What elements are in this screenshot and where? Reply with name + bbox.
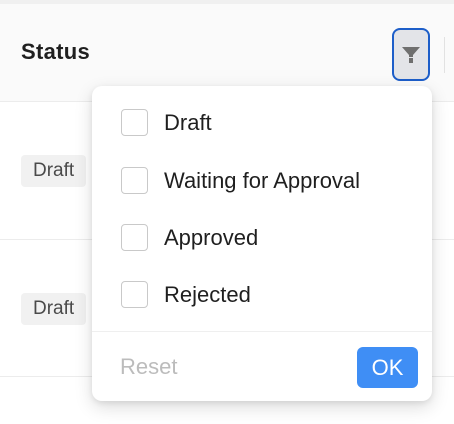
filter-option-draft[interactable]: Draft — [92, 98, 432, 148]
status-filter-dropdown: Draft Waiting for Approval Approved Reje… — [92, 86, 432, 401]
filter-option-approved[interactable]: Approved — [92, 213, 432, 263]
column-title-status: Status — [21, 39, 91, 64]
status-tag: Draft — [21, 293, 87, 325]
status-filter-button[interactable] — [392, 28, 430, 81]
filter-option-waiting-for-approval[interactable]: Waiting for Approval — [92, 156, 432, 206]
reset-button[interactable]: Reset — [120, 352, 177, 382]
filter-option-label: Rejected — [164, 282, 251, 307]
filter-option-label: Draft — [164, 110, 212, 135]
filter-checkbox[interactable] — [121, 167, 148, 194]
ok-button[interactable]: OK — [357, 347, 418, 388]
filter-checkbox[interactable] — [121, 224, 148, 251]
status-tag: Draft — [21, 155, 87, 187]
filter-option-label: Waiting for Approval — [164, 168, 361, 193]
column-resize-divider — [444, 37, 445, 73]
filter-checkbox[interactable] — [121, 109, 148, 136]
dropdown-footer-divider — [92, 331, 432, 332]
filter-funnel-icon — [402, 46, 420, 63]
filter-option-rejected[interactable]: Rejected — [92, 270, 432, 320]
filter-option-label: Approved — [164, 225, 259, 250]
filter-checkbox[interactable] — [121, 281, 148, 308]
